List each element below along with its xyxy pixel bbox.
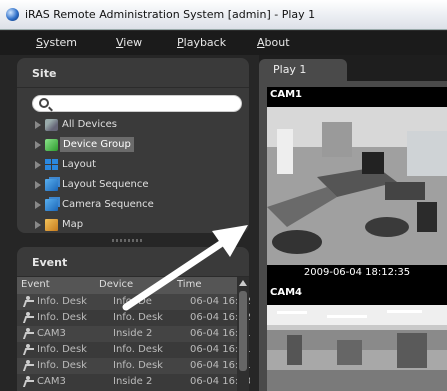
motion-event-icon <box>23 312 34 323</box>
menu-system-label: ystem <box>42 36 78 49</box>
camera-label: CAM1 <box>270 89 302 100</box>
event-panel-title: Event <box>17 247 249 277</box>
camera-feed-image <box>267 305 447 391</box>
menu-view[interactable]: View <box>116 36 142 49</box>
event-row[interactable]: Info. DeskInfo. Desk06-04 16:01:3 <box>17 358 250 374</box>
tree-item-label: Map <box>62 219 84 230</box>
motion-event-icon <box>23 296 34 307</box>
camera-label: CAM4 <box>270 287 302 298</box>
device-cell: Inside 2 <box>113 376 153 387</box>
tree-item-camera-sequence[interactable]: Camera Sequence <box>35 196 245 216</box>
camera-feed-image <box>267 107 447 265</box>
expand-arrow-icon[interactable] <box>35 201 41 209</box>
tree-item-label: Device Group <box>60 137 134 152</box>
devices-icon <box>45 119 58 131</box>
panel-resize-grip[interactable] <box>112 239 142 242</box>
expand-arrow-icon[interactable] <box>35 221 41 229</box>
event-cell: Info. Desk <box>37 296 87 307</box>
layout-sequence-icon <box>45 179 58 191</box>
site-search-input[interactable] <box>32 95 242 112</box>
event-row[interactable]: CAM3Inside 206-04 16:01:5 <box>17 326 250 342</box>
camera-tile-cam4[interactable]: CAM4 <box>267 285 447 391</box>
motion-event-icon <box>23 360 34 371</box>
layout-icon <box>45 159 58 171</box>
scroll-thumb[interactable] <box>239 291 247 371</box>
event-table-header: Event Device Time <box>17 277 249 294</box>
tree-item-device-group[interactable]: Device Group <box>35 136 245 156</box>
expand-arrow-icon[interactable] <box>35 121 41 129</box>
menu-about-mnemonic: A <box>257 36 265 49</box>
expand-arrow-icon[interactable] <box>35 161 41 169</box>
left-panel: Site All Devices Device Group Layout Lay… <box>0 55 259 391</box>
motion-event-icon <box>23 376 34 387</box>
motion-event-icon <box>23 328 34 339</box>
tree-item-map[interactable]: Map <box>35 216 245 236</box>
expand-arrow-icon[interactable] <box>35 181 41 189</box>
column-header-device[interactable]: Device <box>99 279 133 290</box>
menu-about[interactable]: About <box>257 36 290 49</box>
column-header-time[interactable]: Time <box>177 279 201 290</box>
event-scrollbar[interactable] <box>237 277 249 391</box>
menu-playback-mnemonic: P <box>177 36 184 49</box>
event-table: Event Device Time Info. Desk Info. De 06-0… <box>17 277 250 391</box>
menu-view-label: iew <box>123 36 143 49</box>
device-cell: Info. Desk <box>113 312 163 323</box>
tree-item-label: Layout <box>62 159 96 170</box>
column-header-event[interactable]: Event <box>21 279 50 290</box>
device-cell: Info. De <box>113 296 152 307</box>
camera-tile-cam1[interactable]: CAM1 2009-06-04 18:12:35 <box>267 87 447 285</box>
app-logo-icon <box>6 8 19 21</box>
tree-item-all-devices[interactable]: All Devices <box>35 116 245 136</box>
event-cell: Info. Desk <box>37 312 87 323</box>
search-icon <box>39 98 49 108</box>
tree-item-label: Camera Sequence <box>62 199 154 210</box>
device-cell: Inside 2 <box>113 328 153 339</box>
menu-system-mnemonic: S <box>36 36 43 49</box>
site-panel-title: Site <box>17 58 249 88</box>
menu-playback[interactable]: Playback <box>177 36 226 49</box>
device-group-icon <box>45 139 58 151</box>
event-row[interactable]: CAM3Inside 206-04 16:00:4 <box>17 374 250 390</box>
play-area: Play 1 CAM1 2009-06-04 18:12:35 CAM4 <box>259 55 447 391</box>
event-cell: Info. Desk <box>37 344 87 355</box>
motion-event-icon <box>23 344 34 355</box>
event-row[interactable]: Info. DeskInfo. De06-04 16:02:0 <box>17 294 250 310</box>
camera-sequence-icon <box>45 199 58 211</box>
event-cell: Info. Desk <box>37 360 87 371</box>
menu-system[interactable]: System <box>36 36 77 49</box>
tree-item-layout[interactable]: Layout <box>35 156 245 176</box>
event-panel: Event Event Device Time Info. Desk Info. … <box>17 247 250 391</box>
map-icon <box>45 219 58 231</box>
window-title: iRAS Remote Administration System [admin… <box>25 8 316 21</box>
tree-item-layout-sequence[interactable]: Layout Sequence <box>35 176 245 196</box>
title-bar: iRAS Remote Administration System [admin… <box>0 0 447 30</box>
expand-arrow-icon[interactable] <box>35 141 41 149</box>
camera-timestamp: 2009-06-04 18:12:35 <box>303 267 411 278</box>
event-cell: CAM3 <box>37 328 66 339</box>
site-panel: Site All Devices Device Group Layout Lay… <box>17 58 249 233</box>
scroll-up-icon[interactable] <box>239 280 247 286</box>
event-rows: Info. DeskInfo. De06-04 16:02:0Info. Des… <box>17 294 250 390</box>
tab-play-1[interactable]: Play 1 <box>259 59 347 81</box>
menu-about-label: bout <box>264 36 290 49</box>
menu-bar: System View Playback About <box>0 31 447 55</box>
device-cell: Info. Desk <box>113 344 163 355</box>
menu-playback-label: layback <box>183 36 227 49</box>
camera-view-area: CAM1 2009-06-04 18:12:35 CAM4 <box>259 81 447 391</box>
tree-item-label: Layout Sequence <box>62 179 149 190</box>
tree-item-label: All Devices <box>62 119 117 130</box>
event-row[interactable]: Info. DeskInfo. Desk06-04 16:02:0 <box>17 310 250 326</box>
device-cell: Info. Desk <box>113 360 163 371</box>
event-row[interactable]: Info. DeskInfo. Desk06-04 16:01:5 <box>17 342 250 358</box>
site-tree: All Devices Device Group Layout Layout S… <box>35 116 245 236</box>
event-cell: CAM3 <box>37 376 66 387</box>
